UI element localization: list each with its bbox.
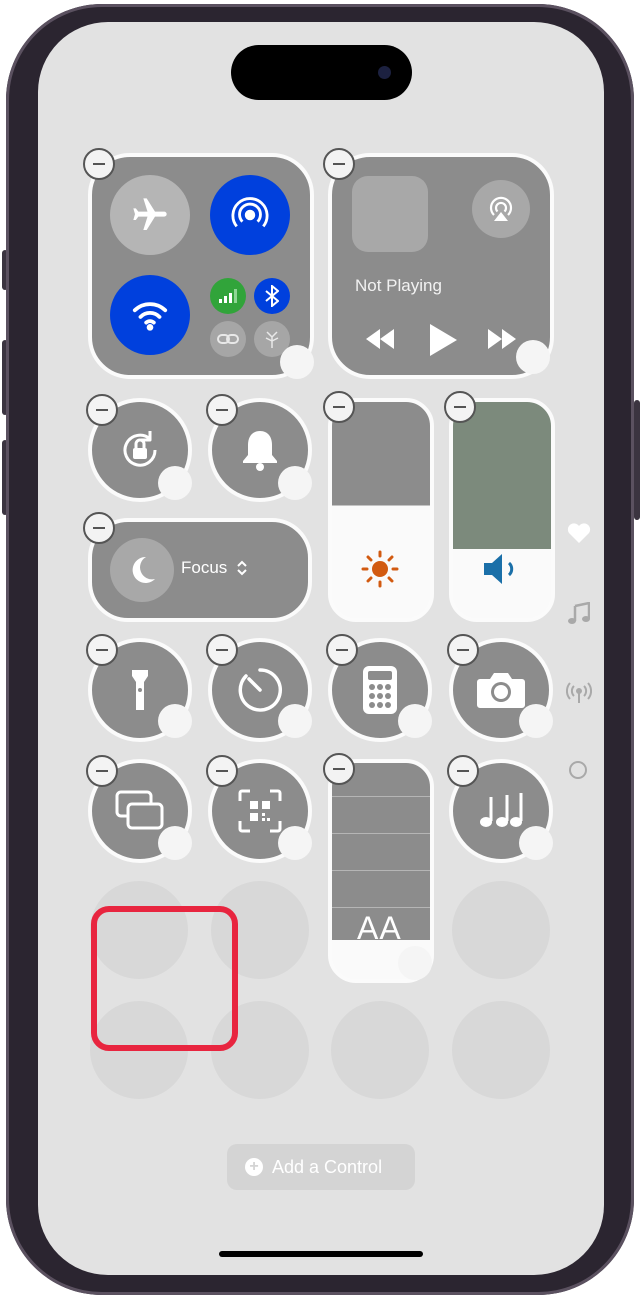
antenna-icon[interactable]: [564, 680, 594, 706]
resize-orientation-lock-handle[interactable]: [158, 466, 192, 500]
remove-silent-mode-button[interactable]: [206, 394, 238, 426]
remove-timer-button[interactable]: [206, 634, 238, 666]
resize-code-scanner-handle[interactable]: [278, 826, 312, 860]
play-icon[interactable]: [424, 320, 462, 360]
remove-camera-button[interactable]: [447, 634, 479, 666]
resize-flashlight-handle[interactable]: [158, 704, 192, 738]
airplane-icon: [110, 175, 190, 255]
resize-text-size-handle[interactable]: [398, 946, 432, 980]
music-note-icon[interactable]: [565, 600, 593, 628]
text-size-icon: AA: [357, 910, 402, 946]
resize-camera-handle[interactable]: [519, 704, 553, 738]
remove-screen-mirroring-button[interactable]: [86, 755, 118, 787]
side-button[interactable]: [634, 400, 640, 520]
bluetooth-icon: [254, 278, 290, 314]
highlight-box: [91, 906, 238, 1051]
remove-focus-button[interactable]: [83, 512, 115, 544]
remove-calculator-button[interactable]: [326, 634, 358, 666]
resize-timer-handle[interactable]: [278, 704, 312, 738]
remove-text-size-button[interactable]: [323, 753, 355, 785]
remove-orientation-lock-button[interactable]: [86, 394, 118, 426]
empty-slot[interactable]: [452, 881, 550, 979]
text-size-step-line: [332, 833, 430, 834]
resize-media-handle[interactable]: [516, 340, 550, 374]
resize-calculator-handle[interactable]: [398, 704, 432, 738]
airplay-icon: [472, 180, 530, 238]
resize-silent-mode-handle[interactable]: [278, 466, 312, 500]
rewind-icon[interactable]: [362, 325, 398, 353]
remove-brightness-button[interactable]: [323, 391, 355, 423]
resize-screen-mirroring-handle[interactable]: [158, 826, 192, 860]
airdrop-icon: [210, 175, 290, 255]
remove-music-recognition-button[interactable]: [447, 755, 479, 787]
speaker-icon: [478, 549, 526, 589]
remove-volume-button[interactable]: [444, 391, 476, 423]
cellular-icon: [210, 278, 246, 314]
hotspot-link-icon: [210, 321, 246, 357]
home-indicator[interactable]: [219, 1251, 423, 1257]
remove-flashlight-button[interactable]: [86, 634, 118, 666]
resize-music-recognition-handle[interactable]: [519, 826, 553, 860]
circle-icon[interactable]: [569, 761, 587, 779]
heart-icon[interactable]: [565, 520, 593, 546]
fast-forward-icon[interactable]: [484, 325, 520, 353]
sun-icon: [358, 547, 402, 591]
moon-icon: [110, 538, 174, 602]
now-playing-status: Not Playing: [355, 276, 442, 295]
text-size-step-line: [332, 796, 430, 797]
plus-glyph: +: [249, 1158, 259, 1175]
text-size-step-line: [332, 907, 430, 908]
empty-slot[interactable]: [331, 1001, 429, 1099]
front-camera: [378, 66, 391, 79]
wifi-icon: [110, 275, 190, 355]
remove-code-scanner-button[interactable]: [206, 755, 238, 787]
empty-slot[interactable]: [452, 1001, 550, 1099]
remove-media-button[interactable]: [323, 148, 355, 180]
focus-label: Focus: [181, 558, 228, 577]
plus-circle-icon: +: [245, 1158, 263, 1176]
add-control-label: Add a Control: [272, 1157, 383, 1177]
text-size-step-line: [332, 870, 430, 871]
resize-connectivity-handle[interactable]: [280, 345, 314, 379]
chevron-up-down-icon: [235, 558, 249, 578]
album-artwork: [352, 176, 428, 252]
remove-connectivity-button[interactable]: [83, 148, 115, 180]
